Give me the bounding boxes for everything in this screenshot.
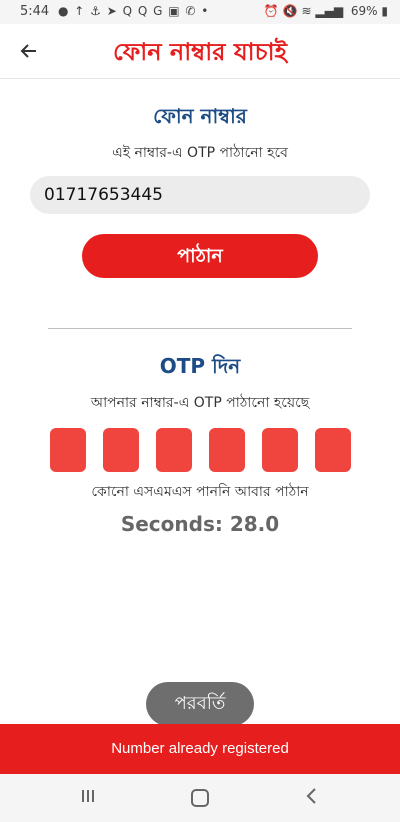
app-bar: ফোন নাম্বার যাচাই — [0, 24, 400, 79]
status-right: ⏰ 🔇 ≋ ▂▄▆ 69% ▮ — [264, 4, 388, 18]
phone-number-input[interactable] — [30, 176, 370, 214]
wifi-icon: ≋ — [301, 4, 312, 18]
mute-icon: 🔇 — [282, 4, 298, 18]
status-bar: 5:44 ● ↑ ⚓ ➤ Q Q G ▣ ✆ • ⏰ 🔇 ≋ ▂▄▆ 69% ▮ — [0, 0, 400, 24]
otp-digit-box[interactable] — [156, 428, 192, 472]
nav-back-icon[interactable] — [292, 786, 332, 810]
otp-input-row — [50, 428, 352, 472]
status-time: 5:44 — [20, 4, 50, 19]
signal-icon: ▂▄▆ — [315, 4, 344, 18]
resend-row: কোনো এসএমএস পাননি আবার পাঠান — [0, 480, 400, 504]
countdown-timer: Seconds: 28.0 — [120, 512, 280, 536]
page-title: ফোন নাম্বার যাচাই — [112, 38, 288, 66]
otp-digit-box[interactable] — [50, 428, 86, 472]
system-nav-bar — [0, 774, 400, 822]
recents-icon[interactable] — [68, 786, 108, 810]
otp-digit-box[interactable] — [315, 428, 351, 472]
otp-digit-box[interactable] — [209, 428, 245, 472]
phone-section-hint: এই নাম্বার-এ OTP পাঠানো হবে — [112, 145, 288, 161]
resend-prefix: কোনো এসএমএস পাননি — [91, 484, 231, 500]
battery-icon: ▮ — [381, 4, 388, 18]
otp-digit-box[interactable] — [103, 428, 139, 472]
otp-section-title: OTP দিন — [159, 354, 241, 378]
resend-otp-link[interactable]: আবার পাঠান — [235, 484, 309, 500]
home-icon[interactable] — [180, 786, 220, 810]
snackbar-message: Number already registered — [0, 724, 400, 774]
section-divider — [48, 328, 352, 329]
otp-digit-box[interactable] — [262, 428, 298, 472]
phone-section-title: ফোন নাম্বার — [153, 104, 247, 128]
battery-level: 69% — [350, 4, 378, 18]
send-otp-button[interactable]: পাঠান — [82, 234, 318, 278]
next-button[interactable]: পরবর্তি — [146, 682, 254, 726]
notification-icons: ● ↑ ⚓ ➤ Q Q G ▣ ✆ • — [58, 4, 210, 18]
alarm-icon: ⏰ — [263, 4, 279, 18]
otp-section-hint: আপনার নাম্বার-এ OTP পাঠানো হয়েছে — [90, 395, 310, 411]
